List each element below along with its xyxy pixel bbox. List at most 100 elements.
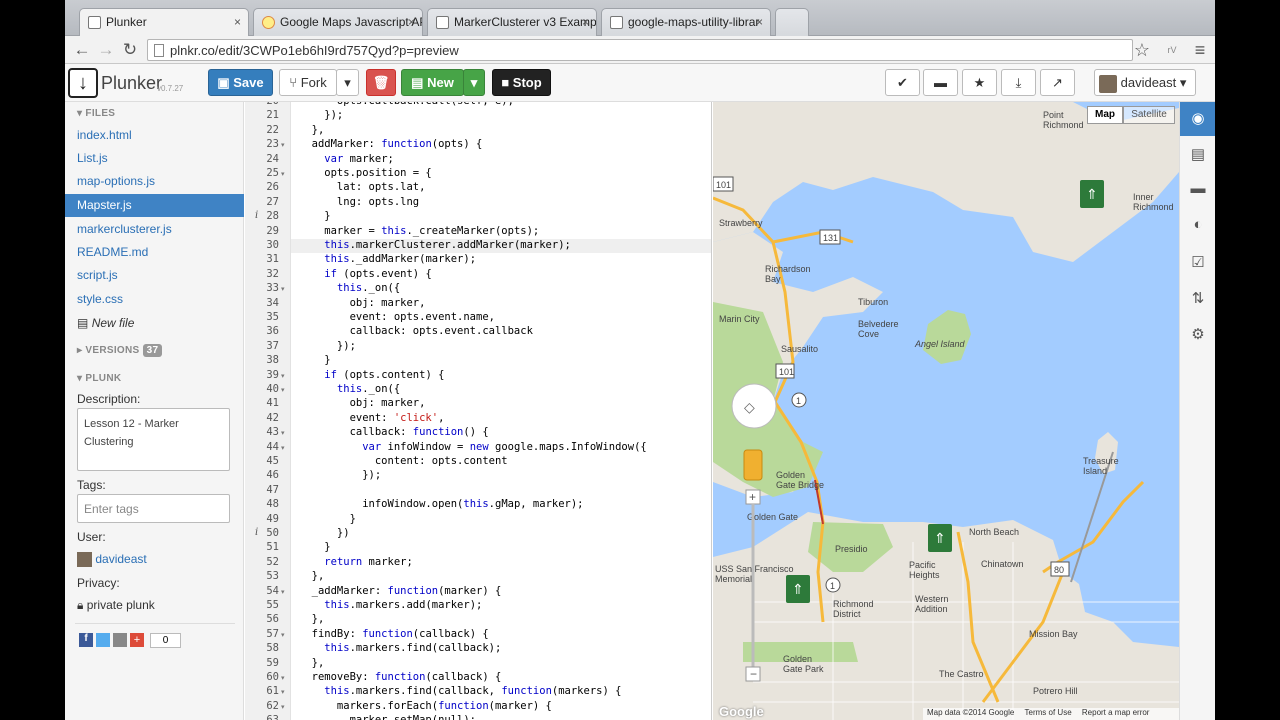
file-style-css[interactable]: style.css — [65, 288, 244, 311]
tags-input[interactable]: Enter tags — [77, 494, 230, 523]
code-line[interactable]: }, — [299, 657, 325, 669]
fold-arrow-icon[interactable]: ▾ — [281, 285, 285, 293]
map-preview[interactable]: 101 131 101 1 1 80 Point Richmond Strawbe… — [713, 102, 1179, 720]
tab-markerclusterer[interactable]: MarkerClusterer v3 Examp × — [427, 8, 597, 36]
code-line[interactable]: opts.callback.call(self, e); — [299, 102, 514, 107]
address-bar[interactable]: plnkr.co/edit/3CWPo1eb6hI9rd757Qyd?p=pre… — [147, 39, 1133, 61]
tab-utility-library[interactable]: google-maps-utility-librar × — [601, 8, 771, 36]
fold-arrow-icon[interactable]: ▾ — [281, 588, 285, 596]
fold-arrow-icon[interactable]: ▾ — [281, 703, 285, 711]
tab-google-maps-api[interactable]: Google Maps Javascript AP × — [253, 8, 423, 36]
plunker-logo-icon[interactable]: ↓ — [68, 68, 98, 98]
fold-arrow-icon[interactable]: ▾ — [281, 141, 285, 149]
files-header[interactable]: ▾ FILES — [77, 108, 115, 119]
google-logo[interactable]: Google — [719, 704, 764, 719]
code-line[interactable]: infoWindow.open(this.gMap, marker); — [299, 498, 583, 510]
fold-arrow-icon[interactable]: ▾ — [281, 631, 285, 639]
map-type-satellite-button[interactable]: Satellite — [1123, 106, 1175, 124]
code-line[interactable]: removeBy: function(callback) { — [299, 671, 502, 683]
fold-arrow-icon[interactable]: ▾ — [281, 688, 285, 696]
code-line[interactable]: obj: marker, — [299, 297, 426, 309]
fold-arrow-icon[interactable]: ▾ — [281, 372, 285, 380]
fold-arrow-icon[interactable]: ▾ — [281, 386, 285, 394]
back-arrow-icon[interactable]: ← — [71, 39, 93, 61]
terms-link[interactable]: Terms of Use — [1025, 708, 1072, 717]
code-line[interactable]: this._addMarker(marker); — [299, 253, 476, 265]
file-markerclusterer-js[interactable]: markerclusterer.js — [65, 218, 244, 241]
code-line[interactable]: callback: opts.event.callback — [299, 325, 533, 337]
code-line[interactable]: if (opts.event) { — [299, 268, 431, 280]
code-line[interactable]: } — [299, 354, 330, 366]
code-line[interactable]: addMarker: function(opts) { — [299, 138, 483, 150]
code-line[interactable]: marker.setMap(null); — [299, 714, 476, 720]
pan-control[interactable]: ◇ — [731, 383, 777, 429]
code-line[interactable]: obj: marker, — [299, 397, 426, 409]
code-line[interactable]: this.markers.add(marker); — [299, 599, 482, 611]
briefcase-button[interactable]: ▬ — [923, 69, 958, 96]
code-line[interactable]: this._on({ — [299, 383, 400, 395]
download-button[interactable]: ⤓ — [1001, 69, 1036, 96]
code-line[interactable]: }, — [299, 570, 325, 582]
google-plus-icon[interactable]: + — [130, 633, 144, 647]
checklist-toggle[interactable]: ☑ — [1180, 246, 1215, 280]
chrome-menu-icon[interactable]: ≡ — [1189, 39, 1211, 61]
docs-toggle[interactable]: ▤ — [1180, 138, 1215, 172]
new-button[interactable]: ▤ New — [401, 69, 464, 96]
code-line[interactable]: } — [299, 210, 330, 222]
code-line[interactable]: content: opts.content — [299, 455, 508, 467]
code-line[interactable]: _addMarker: function(marker) { — [299, 585, 502, 597]
sync-toggle[interactable]: ⇅ — [1180, 282, 1215, 316]
facebook-icon[interactable]: f — [79, 633, 93, 647]
file-script-js[interactable]: script.js — [65, 264, 244, 287]
code-line[interactable]: return marker; — [299, 556, 413, 568]
versions-header[interactable]: ▸ VERSIONS 37 — [77, 344, 163, 357]
info-annotation-icon[interactable]: i — [255, 527, 258, 538]
fold-arrow-icon[interactable]: ▾ — [281, 170, 285, 178]
code-line[interactable]: lng: opts.lng — [299, 196, 419, 208]
code-line[interactable]: }); — [299, 469, 381, 481]
code-line[interactable]: this.markers.find(callback, function(mar… — [299, 685, 621, 697]
code-line[interactable]: markers.forEach(function(marker) { — [299, 700, 552, 712]
description-textarea[interactable]: Lesson 12 - Marker Clustering — [77, 408, 230, 471]
check-button[interactable]: ✔ — [885, 69, 920, 96]
close-icon[interactable]: × — [408, 15, 415, 29]
code-line[interactable]: this.markerClusterer.addMarker(marker); — [299, 239, 571, 251]
code-line[interactable]: this.markers.find(callback); — [299, 642, 501, 654]
new-dropdown-button[interactable]: ▾ — [463, 69, 485, 96]
code-line[interactable]: }, — [299, 124, 325, 136]
code-line[interactable]: }); — [299, 340, 356, 352]
fold-arrow-icon[interactable]: ▾ — [281, 674, 285, 682]
close-icon[interactable]: × — [234, 15, 241, 29]
map-canvas[interactable]: 101 131 101 1 1 80 Point Richmond Strawbe… — [713, 102, 1179, 720]
save-button[interactable]: ▣ Save — [208, 69, 273, 96]
packages-toggle[interactable]: ▬ — [1180, 172, 1215, 206]
file-index-html[interactable]: index.html — [65, 124, 244, 147]
user-link[interactable]: davideast — [77, 552, 147, 568]
report-error-link[interactable]: Report a map error — [1082, 708, 1150, 717]
settings-toggle[interactable]: ⚙ — [1180, 318, 1215, 352]
fold-arrow-icon[interactable]: ▾ — [281, 444, 285, 452]
file-map-options-js[interactable]: map-options.js — [65, 170, 244, 193]
code-line[interactable]: } — [299, 513, 356, 525]
code-line[interactable]: }, — [299, 613, 325, 625]
code-line[interactable]: event: 'click', — [299, 412, 445, 424]
new-file-link[interactable]: ▤ New file — [65, 312, 244, 335]
pegman-icon[interactable] — [743, 449, 763, 481]
tab-plunker[interactable]: Plunker × — [79, 8, 249, 36]
user-menu-button[interactable]: davideast ▾ — [1094, 69, 1196, 96]
info-annotation-icon[interactable]: i — [255, 210, 258, 221]
plunk-header[interactable]: ▾ PLUNK — [77, 373, 121, 384]
code-line[interactable]: if (opts.content) { — [299, 369, 444, 381]
preview-toggle[interactable]: ◉ — [1180, 102, 1215, 136]
map-type-map-button[interactable]: Map — [1087, 106, 1123, 124]
file-mapster-js[interactable]: Mapster.js — [65, 194, 244, 217]
code-line[interactable]: this._on({ — [299, 282, 400, 294]
code-editor[interactable]: 20212223▾2425▾262728i2930313233▾34353637… — [245, 102, 712, 720]
code-line[interactable]: }) — [299, 527, 350, 539]
reload-icon[interactable]: ↻ — [119, 39, 141, 61]
close-icon[interactable]: × — [756, 15, 763, 29]
delete-button[interactable]: 🗑 — [366, 69, 396, 96]
fold-arrow-icon[interactable]: ▾ — [281, 429, 285, 437]
star-button[interactable]: ★ — [962, 69, 997, 96]
code-line[interactable]: } — [299, 541, 330, 553]
